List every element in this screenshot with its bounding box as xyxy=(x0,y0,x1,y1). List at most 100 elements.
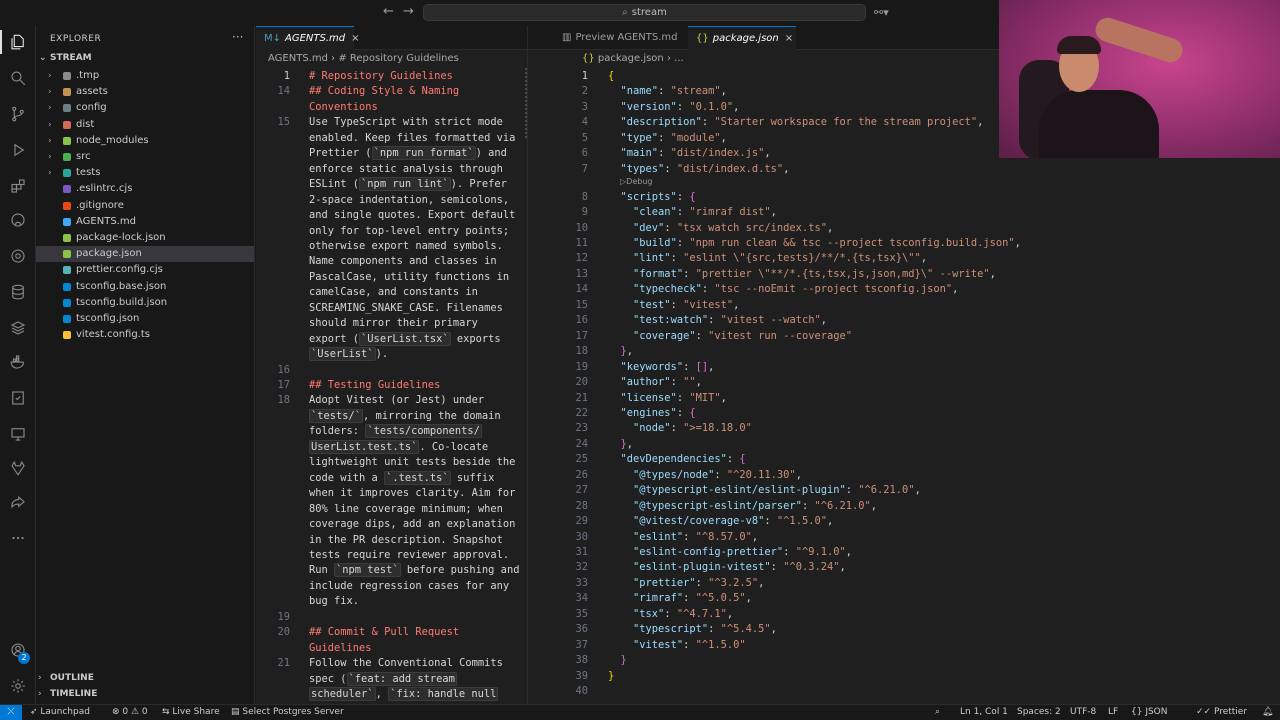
code-token: : xyxy=(658,147,671,160)
command-center-search[interactable]: ⌕ stream xyxy=(423,4,866,21)
breadcrumb-file[interactable]: package.json xyxy=(598,53,664,64)
code-token: 2-space indentation, semicolons, xyxy=(309,193,510,206)
file-tree-item[interactable]: tsconfig.build.json xyxy=(36,295,254,311)
code-token: , xyxy=(745,592,752,605)
more-icon[interactable] xyxy=(6,526,30,550)
code-line: when it improves clarity. Aim for xyxy=(309,486,515,501)
line-number: 22 xyxy=(575,406,588,419)
code-token: , xyxy=(820,314,827,327)
live-share-icon[interactable] xyxy=(6,492,30,516)
file-icon xyxy=(63,266,71,275)
file-tree-item[interactable]: › node_modules xyxy=(36,133,254,149)
language-mode[interactable]: {} JSON xyxy=(1131,707,1168,717)
github-icon[interactable] xyxy=(6,208,30,232)
gitlab-icon[interactable] xyxy=(6,456,30,480)
file-tree-item[interactable]: package-lock.json xyxy=(36,230,254,246)
database-icon[interactable] xyxy=(6,280,30,304)
tab-preview-agents[interactable]: ▥ Preview AGENTS.md xyxy=(528,26,688,50)
code-token: "dist/index.js" xyxy=(670,147,765,160)
cursor-position[interactable]: Ln 1, Col 1 xyxy=(960,707,1008,717)
notifications-bell-icon[interactable]: 🔔︎ xyxy=(1262,707,1273,717)
code-token: , xyxy=(708,360,715,373)
line-number: 6 xyxy=(581,147,588,160)
file-tree-item[interactable]: › assets xyxy=(36,84,254,100)
debug-codelens[interactable]: ▷Debug xyxy=(620,177,652,186)
line-number: 12 xyxy=(575,252,588,265)
folder-icon xyxy=(63,72,71,80)
explorer-icon[interactable] xyxy=(6,30,30,54)
line-number: 4 xyxy=(581,116,588,129)
breadcrumb-file[interactable]: AGENTS.md xyxy=(268,53,328,64)
search-icon[interactable] xyxy=(6,66,30,90)
webcam-person-hair xyxy=(1057,36,1101,54)
source-control-icon[interactable] xyxy=(6,102,30,126)
postgres-item[interactable]: ▤ Select Postgres Server xyxy=(231,707,344,717)
code-token: "scripts" xyxy=(620,190,677,203)
remote-indicator-icon[interactable]: ⤬ xyxy=(0,705,22,720)
launchpad-item[interactable]: ➶ Launchpad xyxy=(30,707,90,717)
back-arrow-icon[interactable]: ← xyxy=(383,4,394,19)
file-tree-item[interactable]: prettier.config.cjs xyxy=(36,262,254,278)
line-number: 17 xyxy=(575,329,588,342)
workspace-folder[interactable]: ⌄ STREAM xyxy=(39,53,92,63)
zoom-icon[interactable]: ⌕ xyxy=(935,707,940,717)
gitlens-icon[interactable] xyxy=(6,244,30,268)
breadcrumb-section[interactable]: # Repository Guidelines xyxy=(338,53,459,64)
file-tree-item[interactable]: tsconfig.json xyxy=(36,311,254,327)
code-token: "tsc --noEmit --project tsconfig.json" xyxy=(714,283,953,296)
testing-icon[interactable] xyxy=(6,386,30,410)
code-token: } xyxy=(608,669,615,682)
file-tree-item[interactable]: .eslintrc.cjs xyxy=(36,181,254,197)
file-tree-item[interactable]: tsconfig.base.json xyxy=(36,279,254,295)
code-token: "^3.2.5" xyxy=(708,576,759,589)
code-token: # Repository Guidelines xyxy=(309,70,453,82)
code-line: Conventions xyxy=(309,100,378,115)
code-token: "@vitest/coverage-v8" xyxy=(633,515,765,528)
close-icon[interactable]: × xyxy=(351,33,359,44)
breadcrumb-more[interactable]: ... xyxy=(674,53,684,64)
code-token: : xyxy=(676,406,690,419)
outline-section[interactable]: › OUTLINE xyxy=(38,673,94,683)
encoding[interactable]: UTF-8 xyxy=(1070,707,1096,717)
docker-icon[interactable] xyxy=(6,350,30,374)
prettier-status[interactable]: ✓✓ Prettier xyxy=(1196,707,1247,717)
copilot-icon[interactable]: ⚯▾ xyxy=(874,6,889,19)
file-tree-item[interactable]: .gitignore xyxy=(36,198,254,214)
code-line: "engines": { xyxy=(608,406,696,421)
file-tree-item[interactable]: › tests xyxy=(36,165,254,181)
file-tree-item[interactable]: package.json xyxy=(36,246,254,263)
file-tree-item[interactable]: vitest.config.ts xyxy=(36,327,254,343)
file-tree-item-label: node_modules xyxy=(76,134,149,146)
more-actions-icon[interactable]: ··· xyxy=(232,30,243,44)
close-icon[interactable]: × xyxy=(785,33,793,44)
code-token: `tests/` xyxy=(309,408,364,423)
tab-agents-md[interactable]: M↓ AGENTS.md × xyxy=(256,26,360,51)
code-line: "typescript": "^5.4.5", xyxy=(608,622,777,637)
line-ending[interactable]: LF xyxy=(1108,707,1118,717)
file-tree-item[interactable]: › .tmp xyxy=(36,68,254,84)
code-token: tests require reviewer approval. xyxy=(309,548,510,561)
code-token: ). xyxy=(375,348,389,361)
file-tree-item[interactable]: › src xyxy=(36,149,254,165)
file-tree-item[interactable]: AGENTS.md xyxy=(36,214,254,230)
code-token: "^6.21.0" xyxy=(858,484,915,497)
indentation[interactable]: Spaces: 2 xyxy=(1017,707,1061,717)
layers-icon[interactable] xyxy=(6,316,30,340)
file-tree-item[interactable]: › dist xyxy=(36,117,254,133)
chevron-right-icon: › xyxy=(48,152,52,162)
forward-arrow-icon[interactable]: → xyxy=(403,4,414,19)
live-share-item[interactable]: ⇆ Live Share xyxy=(162,707,220,717)
timeline-section[interactable]: › TIMELINE xyxy=(38,689,97,699)
run-debug-icon[interactable] xyxy=(6,138,30,162)
code-token: "@types/node" xyxy=(633,468,715,481)
code-token: `UserList` xyxy=(309,347,376,362)
file-tree-item[interactable]: › config xyxy=(36,100,254,116)
code-token: "eslint-config-prettier" xyxy=(633,546,784,558)
tab-package-json[interactable]: {} package.json × xyxy=(688,26,796,51)
gear-icon[interactable] xyxy=(6,674,30,698)
problems-item[interactable]: ⊗ 0 ⚠ 0 xyxy=(112,707,148,717)
remote-explorer-icon[interactable] xyxy=(6,422,30,446)
extensions-icon[interactable] xyxy=(6,174,30,198)
